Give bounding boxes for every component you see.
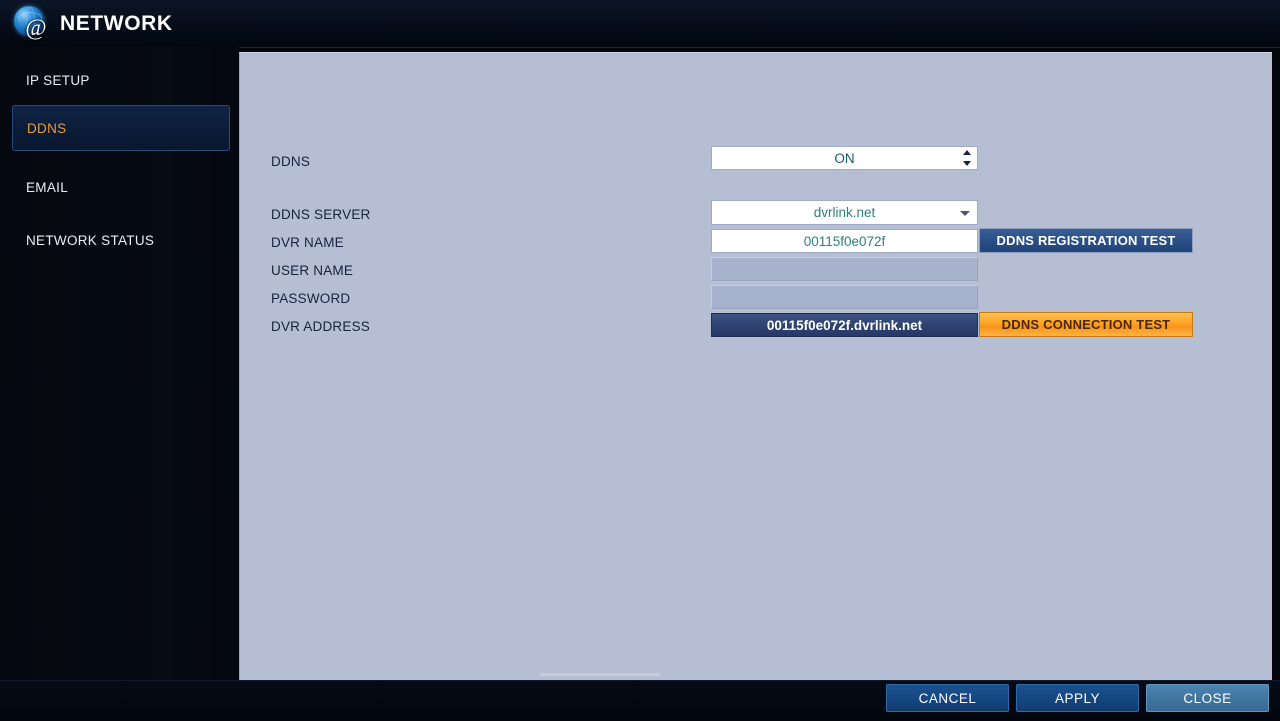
ddns-registration-test-label: DDNS REGISTRATION TEST [996, 233, 1176, 248]
sidebar-item-label: EMAIL [26, 179, 69, 195]
sidebar: IP SETUP DDNS EMAIL NETWORK STATUS [0, 47, 239, 680]
apply-button[interactable]: APPLY [1016, 684, 1139, 712]
ddns-enable-spinner[interactable]: ON [711, 146, 978, 170]
sidebar-item-label: IP SETUP [26, 72, 90, 88]
chevron-down-icon[interactable] [960, 210, 970, 216]
label-ddns-server: DDNS SERVER [271, 206, 371, 222]
globe-at-icon: @ [12, 5, 50, 43]
dvr-name-value: 00115f0e072f [803, 233, 886, 249]
dvr-name-input[interactable]: 00115f0e072f [711, 229, 978, 253]
row-dvr-name: DVR NAME [271, 229, 471, 255]
password-input[interactable] [711, 285, 978, 309]
ddns-enable-value: ON [834, 150, 855, 166]
ddns-connection-test-button[interactable]: DDNS CONNECTION TEST [979, 312, 1193, 337]
label-password: PASSWORD [271, 290, 351, 306]
cancel-label: CANCEL [918, 690, 977, 706]
dvr-address-value-field: 00115f0e072f.dvrlink.net [711, 313, 978, 337]
dvr-address-value: 00115f0e072f.dvrlink.net [766, 317, 923, 333]
chevron-up-icon[interactable] [962, 150, 971, 155]
row-ddns-server: DDNS SERVER [271, 201, 471, 227]
close-button[interactable]: CLOSE [1146, 684, 1269, 712]
row-user-name: USER NAME [271, 257, 471, 283]
row-ddns: DDNS [271, 148, 471, 174]
titlebar: @ NETWORK [0, 0, 1280, 48]
user-name-input[interactable] [711, 257, 978, 281]
label-user-name: USER NAME [271, 262, 354, 278]
sidebar-item-ddns[interactable]: DDNS [12, 105, 230, 151]
label-ddns: DDNS [271, 153, 311, 169]
ddns-server-value: dvrlink.net [813, 205, 876, 220]
spinner-arrows-icon[interactable] [962, 150, 971, 166]
ddns-server-dropdown[interactable]: dvrlink.net [711, 200, 978, 225]
at-symbol-icon: @ [25, 14, 47, 40]
label-dvr-name: DVR NAME [271, 234, 344, 250]
sidebar-item-label: DDNS [27, 120, 67, 136]
close-label: CLOSE [1183, 690, 1232, 706]
label-dvr-address: DVR ADDRESS [271, 318, 370, 334]
ddns-registration-test-button[interactable]: DDNS REGISTRATION TEST [979, 228, 1193, 253]
page-title: NETWORK [60, 11, 173, 35]
cancel-button[interactable]: CANCEL [886, 684, 1009, 712]
row-password: PASSWORD [271, 285, 471, 311]
sidebar-item-ip-setup[interactable]: IP SETUP [12, 57, 230, 103]
ddns-connection-test-label: DDNS CONNECTION TEST [1001, 317, 1171, 332]
dvr-network-settings-screen: @ NETWORK IP SETUP DDNS EMAIL NETWORK ST… [0, 0, 1280, 721]
sidebar-item-email[interactable]: EMAIL [12, 164, 230, 210]
chevron-down-icon[interactable] [962, 161, 971, 166]
apply-label: APPLY [1054, 690, 1101, 706]
sidebar-item-network-status[interactable]: NETWORK STATUS [12, 217, 230, 263]
content-panel: DDNS DDNS SERVER DVR NAME USER NAME PASS… [239, 52, 1272, 681]
row-dvr-address: DVR ADDRESS [271, 313, 471, 339]
sidebar-item-label: NETWORK STATUS [26, 232, 155, 248]
